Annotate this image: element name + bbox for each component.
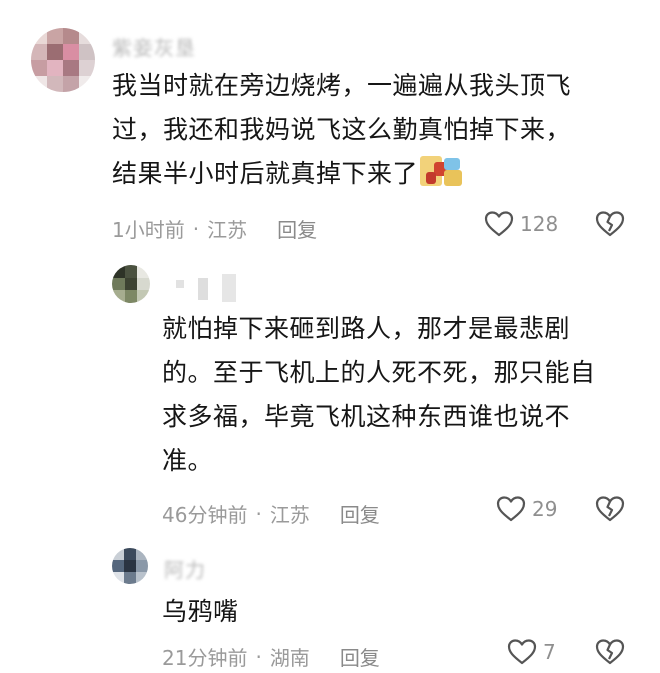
comment-line-text: 结果半小时后就真掉下来了 (112, 159, 419, 188)
reply-button[interactable]: 回复 (340, 642, 380, 671)
avatar[interactable] (112, 265, 150, 303)
username[interactable]: 紫妾灰垦 (112, 32, 196, 61)
comment-meta: 46分钟前 · 江苏 回复 (162, 499, 380, 528)
avatar[interactable] (31, 28, 95, 92)
comment-3: 阿力 乌鸦嘴 21分钟前 · 湖南 回复 7 (0, 530, 660, 673)
comment-line: 过，我还和我妈说飞这么勤真怕掉下来， (112, 115, 572, 144)
comment-line: 乌鸦嘴 (162, 597, 239, 626)
comment-meta: 21分钟前 · 湖南 回复 (162, 642, 380, 671)
comment-location: 江苏 (269, 503, 310, 527)
reply-button[interactable]: 回复 (277, 214, 317, 243)
heart-outline-icon (507, 639, 537, 665)
comment-body: 我当时就在旁边烧烤，一遍遍从我头顶飞 过，我还和我妈说飞这么勤真怕掉下来， 结果… (112, 64, 571, 196)
comment-line: 就怕掉下来砸到路人，那才是最悲剧 (162, 314, 571, 343)
separator-dot: · (255, 644, 262, 669)
comment-line: 准。 (162, 446, 214, 475)
separator-dot: · (255, 501, 262, 526)
username[interactable]: 阿力 (164, 554, 206, 583)
comment-time: 1小时前 (112, 218, 185, 242)
comment-line: 我当时就在旁边烧烤，一遍遍从我头顶飞 (112, 71, 572, 100)
comment-time: 21分钟前 (162, 646, 248, 670)
like-count: 29 (532, 497, 558, 521)
separator-dot: · (192, 216, 200, 241)
heart-outline-icon (496, 496, 526, 522)
username-redacted (168, 274, 248, 302)
like-button[interactable]: 29 (496, 495, 557, 523)
comment-line: 求多福，毕竟飞机这种东西谁也说不 (162, 402, 571, 431)
comment-location: 江苏 (207, 218, 248, 242)
comment-meta: 1小时前 · 江苏 回复 (112, 214, 317, 243)
broken-heart-icon[interactable] (595, 210, 625, 238)
comment-body: 乌鸦嘴 (162, 590, 239, 634)
comment-body: 就怕掉下来砸到路人，那才是最悲剧 的。至于飞机上的人死不死，那只能自 求多福，毕… (162, 307, 596, 483)
like-count: 7 (543, 640, 556, 664)
like-button[interactable]: 128 (484, 210, 558, 238)
comment-line: 的。至于飞机上的人死不死，那只能自 (162, 358, 596, 387)
like-button[interactable]: 7 (507, 638, 556, 666)
emoji-sticker-icon (420, 152, 466, 190)
heart-outline-icon (484, 211, 514, 237)
broken-heart-icon[interactable] (595, 638, 625, 666)
comment-line: 结果半小时后就真掉下来了 (112, 152, 571, 196)
broken-heart-icon[interactable] (595, 495, 625, 523)
avatar[interactable] (112, 548, 148, 584)
comment-2: 就怕掉下来砸到路人，那才是最悲剧 的。至于飞机上的人死不死，那只能自 求多福，毕… (0, 250, 660, 530)
comment-location: 湖南 (269, 646, 310, 670)
comment-time: 46分钟前 (162, 503, 248, 527)
comment-1: 紫妾灰垦 我当时就在旁边烧烤，一遍遍从我头顶飞 过，我还和我妈说飞这么勤真怕掉下… (0, 0, 660, 250)
like-count: 128 (520, 212, 559, 236)
reply-button[interactable]: 回复 (340, 499, 380, 528)
